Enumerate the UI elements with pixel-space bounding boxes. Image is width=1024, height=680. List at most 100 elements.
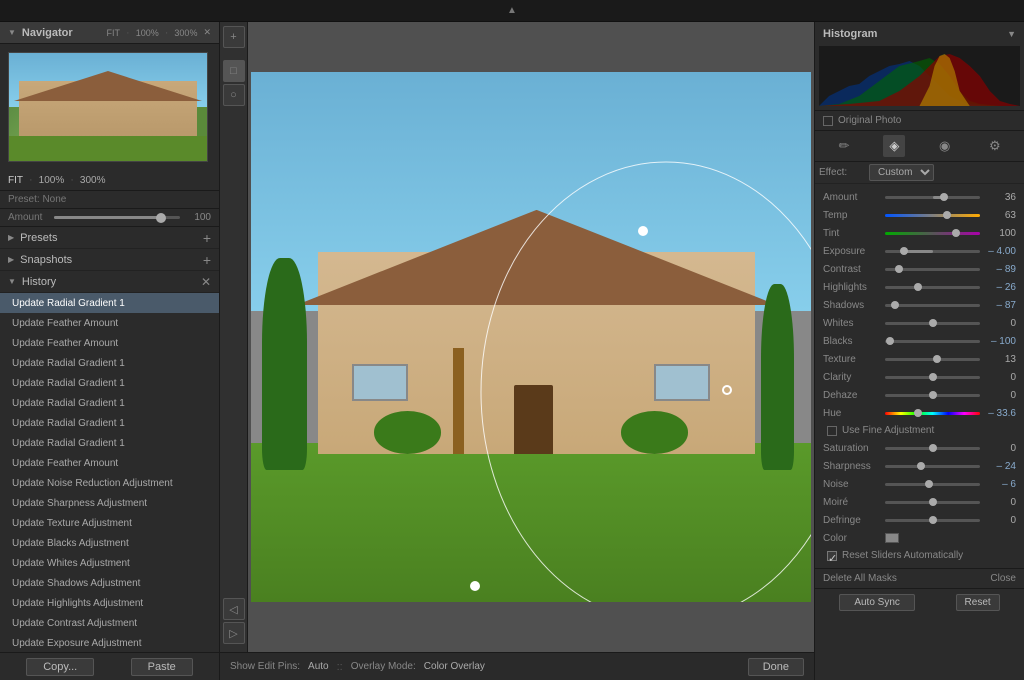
slider-clarity-track[interactable] (885, 376, 980, 379)
slider-contrast-thumb[interactable] (895, 265, 903, 273)
history-item-12[interactable]: Update Blacks Adjustment (0, 533, 219, 553)
snapshots-add-btn[interactable]: + (203, 253, 211, 267)
navigator-close[interactable]: ✕ (203, 27, 211, 38)
history-item-6[interactable]: Update Radial Gradient 1 (0, 413, 219, 433)
slider-noise-thumb[interactable] (925, 480, 933, 488)
slider-tint-thumb[interactable] (952, 229, 960, 237)
gear-icon[interactable]: ⚙ (984, 135, 1006, 157)
history-item-10[interactable]: Update Sharpness Adjustment (0, 493, 219, 513)
slider-temp-track[interactable] (885, 214, 980, 217)
brush-tool-btn[interactable]: □ (223, 60, 245, 82)
slider-defringe-thumb[interactable] (929, 516, 937, 524)
close-masks-btn[interactable]: Close (990, 573, 1016, 584)
history-item-4[interactable]: Update Radial Gradient 1 (0, 373, 219, 393)
show-edit-pins-label: Show Edit Pins: (230, 661, 300, 672)
slider-saturation-track[interactable] (885, 447, 980, 450)
zoom-300-label[interactable]: 300% (80, 175, 106, 186)
slider-dehaze-track[interactable] (885, 394, 980, 397)
add-tool-btn[interactable]: + (223, 26, 245, 48)
history-item-1[interactable]: Update Feather Amount (0, 313, 219, 333)
slider-hue-track[interactable] (885, 412, 980, 415)
nav-left-btn[interactable]: ◁ (223, 598, 245, 620)
brush-icon[interactable]: ✏ (833, 135, 855, 157)
history-item-11[interactable]: Update Texture Adjustment (0, 513, 219, 533)
history-item-15[interactable]: Update Highlights Adjustment (0, 593, 219, 613)
slider-highlights-thumb[interactable] (914, 283, 922, 291)
presets-section[interactable]: ▶ Presets + (0, 227, 219, 249)
history-item-2[interactable]: Update Feather Amount (0, 333, 219, 353)
zoom-100-btn[interactable]: 100% (136, 28, 159, 38)
presets-add-btn[interactable]: + (203, 231, 211, 245)
show-edit-pins-value[interactable]: Auto (308, 661, 329, 672)
slider-whites-thumb[interactable] (929, 319, 937, 327)
delete-masks-btn[interactable]: Delete All Masks (823, 573, 897, 584)
slider-temp-thumb[interactable] (943, 211, 951, 219)
copy-btn[interactable]: Copy... (26, 658, 94, 676)
slider-hue-thumb[interactable] (914, 409, 922, 417)
history-item-14[interactable]: Update Shadows Adjustment (0, 573, 219, 593)
history-item-16[interactable]: Update Contrast Adjustment (0, 613, 219, 633)
history-close-btn[interactable]: ✕ (201, 275, 211, 289)
slider-defringe-track[interactable] (885, 519, 980, 522)
slider-moire-thumb[interactable] (929, 498, 937, 506)
slider-highlights-track[interactable] (885, 286, 980, 289)
history-item-0[interactable]: Update Radial Gradient 1 (0, 293, 219, 313)
slider-noise-track[interactable] (885, 483, 980, 486)
slider-exposure-thumb[interactable] (900, 247, 908, 255)
history-item-13[interactable]: Update Whites Adjustment (0, 553, 219, 573)
nav-right-btn[interactable]: ▷ (223, 622, 245, 644)
eye-icon[interactable]: ◉ (934, 135, 956, 157)
histogram-arrow[interactable]: ▼ (1007, 29, 1016, 39)
slider-dehaze-thumb[interactable] (929, 391, 937, 399)
fit-label[interactable]: FIT (8, 175, 23, 186)
slider-texture-thumb[interactable] (933, 355, 941, 363)
zoom-100-label[interactable]: 100% (39, 175, 65, 186)
slider-shadows-thumb[interactable] (891, 301, 899, 309)
zoom-300-btn[interactable]: 300% (174, 28, 197, 38)
history-item-3[interactable]: Update Radial Gradient 1 (0, 353, 219, 373)
fit-btn[interactable]: FIT (107, 28, 121, 38)
slider-blacks-track[interactable] (885, 340, 980, 343)
photo-canvas[interactable] (251, 72, 811, 602)
nav-image-preview[interactable] (8, 52, 208, 162)
control-dot-left[interactable] (470, 581, 480, 591)
slider-amount-track[interactable] (885, 196, 980, 199)
mask-icon[interactable]: ◈ (883, 135, 905, 157)
slider-texture-track[interactable] (885, 358, 980, 361)
eraser-tool-btn[interactable]: ○ (223, 84, 245, 106)
slider-amount-thumb[interactable] (940, 193, 948, 201)
control-dot-center[interactable] (722, 385, 732, 395)
slider-whites-track[interactable] (885, 322, 980, 325)
slider-clarity-thumb[interactable] (929, 373, 937, 381)
history-item-9[interactable]: Update Noise Reduction Adjustment (0, 473, 219, 493)
snapshots-section[interactable]: ▶ Snapshots + (0, 249, 219, 271)
overlay-mode-value[interactable]: Color Overlay (424, 661, 485, 672)
paste-btn[interactable]: Paste (131, 658, 193, 676)
history-item-17[interactable]: Update Exposure Adjustment (0, 633, 219, 652)
done-btn[interactable]: Done (748, 658, 804, 676)
reset-sliders-checkbox[interactable]: ✓ (827, 551, 837, 561)
history-item-7[interactable]: Update Radial Gradient 1 (0, 433, 219, 453)
amount-thumb[interactable] (156, 213, 166, 223)
slider-sharpness-thumb[interactable] (917, 462, 925, 470)
slider-shadows-track[interactable] (885, 304, 980, 307)
slider-contrast-track[interactable] (885, 268, 980, 271)
original-photo-checkbox[interactable] (823, 116, 833, 126)
effect-dropdown[interactable]: Custom (869, 164, 934, 181)
slider-exposure-track[interactable] (885, 250, 980, 253)
slider-sharpness-track[interactable] (885, 465, 980, 468)
history-item-5[interactable]: Update Radial Gradient 1 (0, 393, 219, 413)
color-swatch-neutral[interactable] (885, 533, 899, 543)
slider-moire-track[interactable] (885, 501, 980, 504)
slider-saturation-thumb[interactable] (929, 444, 937, 452)
control-dot-top[interactable] (638, 226, 648, 236)
history-section-header[interactable]: ▼ History ✕ (0, 271, 219, 293)
canvas-container[interactable] (248, 22, 814, 652)
auto-sync-btn[interactable]: Auto Sync (839, 594, 915, 611)
history-item-8[interactable]: Update Feather Amount (0, 453, 219, 473)
slider-blacks-thumb[interactable] (886, 337, 894, 345)
slider-tint-track[interactable] (885, 232, 980, 235)
amount-slider[interactable] (54, 216, 180, 219)
fine-adjustment-checkbox[interactable] (827, 426, 837, 436)
reset-btn[interactable]: Reset (956, 594, 1000, 611)
